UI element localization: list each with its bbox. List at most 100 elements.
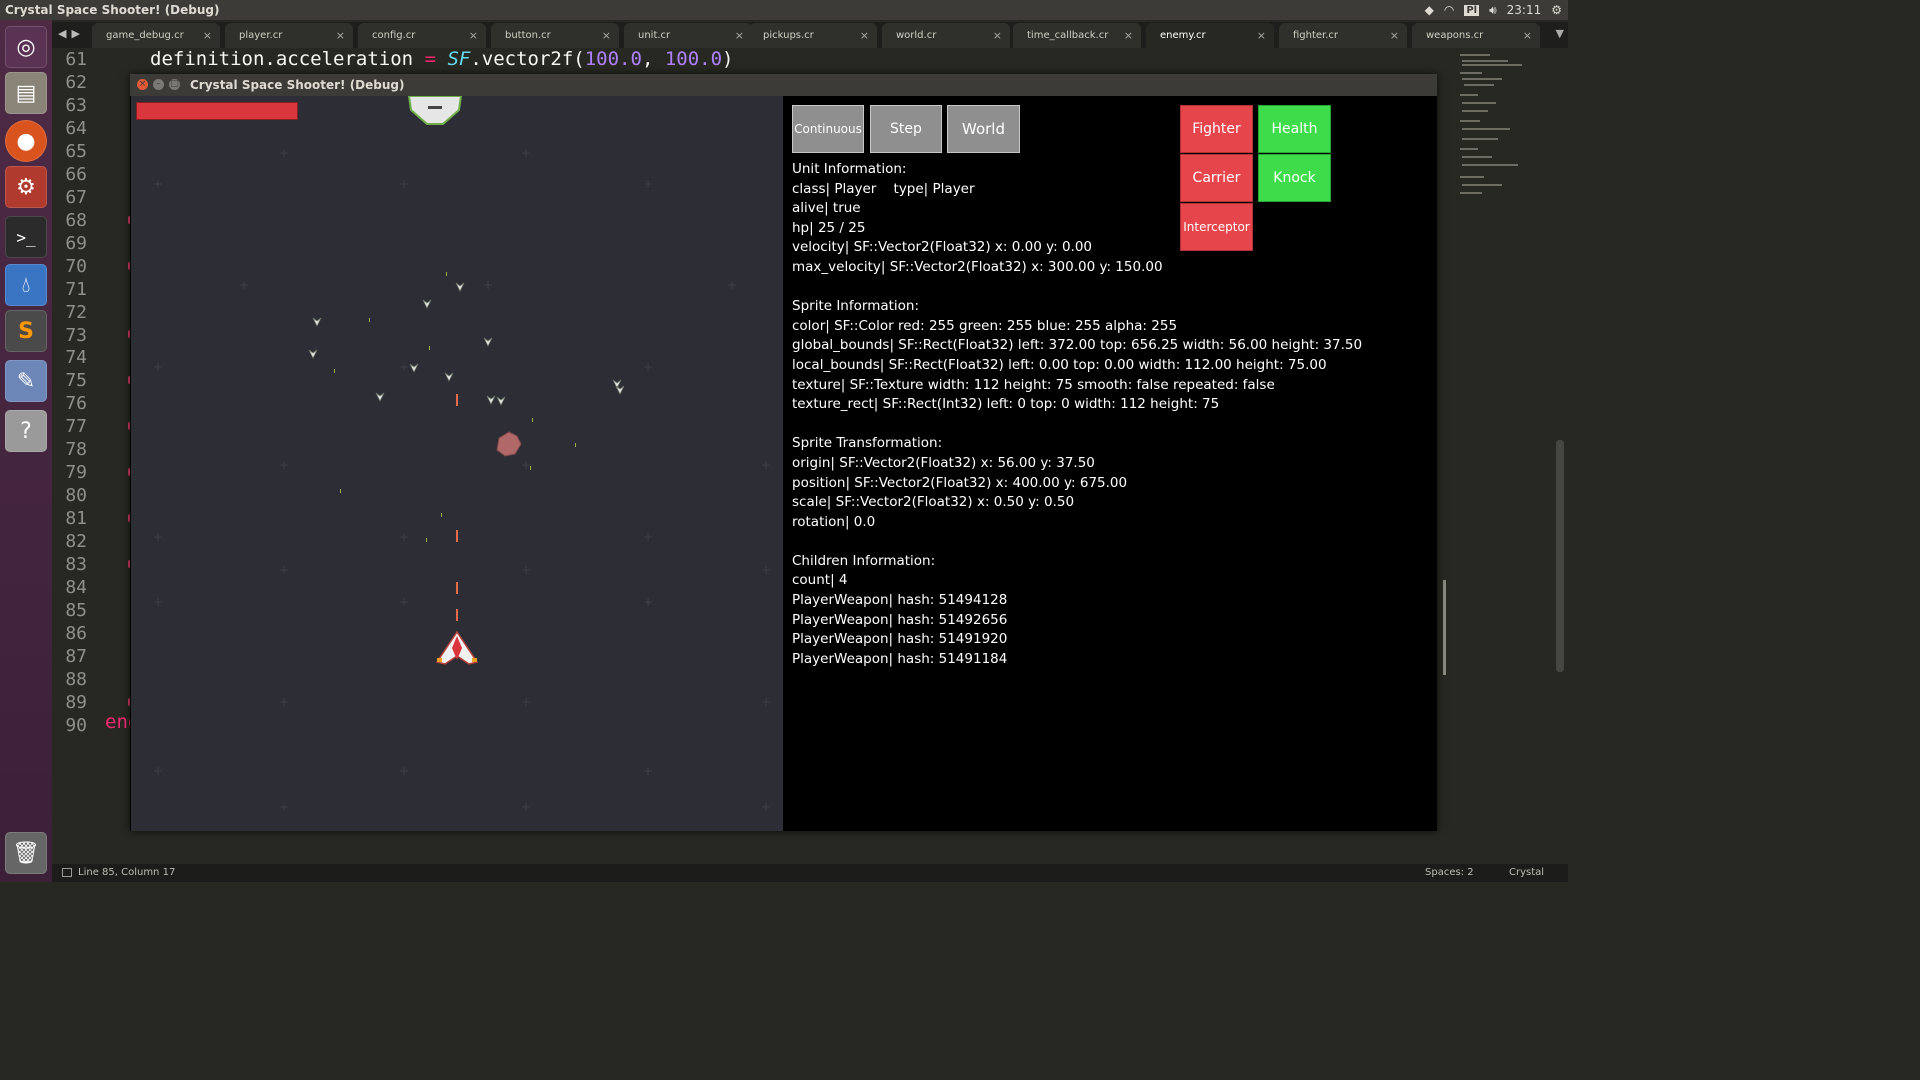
- world-button[interactable]: World: [947, 105, 1020, 153]
- close-window-icon[interactable]: ×: [137, 79, 148, 90]
- spawn-fighter-button[interactable]: Fighter: [1180, 105, 1253, 153]
- tab-label: pickups.cr: [763, 30, 814, 41]
- tab-world[interactable]: world.cr ×: [882, 23, 1010, 48]
- line-number: 67: [65, 186, 87, 208]
- tab-close-icon[interactable]: ×: [1257, 29, 1266, 42]
- terminal-icon[interactable]: >_: [5, 216, 47, 258]
- sublime-text-icon[interactable]: S: [5, 310, 47, 352]
- panel-toggle-icon[interactable]: [62, 868, 72, 877]
- sprite-global-bounds: global_bounds| SF::Rect(Float32) left: 3…: [792, 337, 1363, 354]
- boss-enemy-ship: [407, 96, 463, 125]
- player-ship[interactable]: [435, 630, 479, 665]
- code-minimap[interactable]: [1446, 48, 1556, 218]
- wifi-icon[interactable]: ◠: [1444, 3, 1454, 17]
- children-count: count| 4: [792, 572, 848, 589]
- line-number: 86: [65, 623, 87, 644]
- tab-pickups[interactable]: pickups.cr ×: [749, 23, 877, 48]
- svg-text:+: +: [761, 563, 771, 577]
- svg-text:+: +: [521, 800, 531, 814]
- tab-list-dropdown-icon[interactable]: ▼: [1556, 27, 1564, 40]
- firefox-icon[interactable]: ●: [5, 120, 47, 162]
- active-window-title: Crystal Space Shooter! (Debug): [5, 3, 220, 17]
- tab-enemy[interactable]: enemy.cr ×: [1146, 23, 1274, 48]
- line-number: 68: [65, 209, 87, 231]
- step-button[interactable]: Step: [870, 105, 942, 153]
- tab-close-icon[interactable]: ×: [203, 29, 212, 42]
- os-top-panel: Crystal Space Shooter! (Debug) ◆ ◠ Pl 🔊︎…: [0, 0, 1568, 20]
- tab-time-callback[interactable]: time_callback.cr ×: [1013, 23, 1141, 48]
- maximize-window-icon[interactable]: □: [169, 79, 180, 90]
- tab-close-icon[interactable]: ×: [469, 29, 478, 42]
- transform-position: position| SF::Vector2(Float32) x: 400.00…: [792, 474, 1128, 491]
- files-icon[interactable]: ▤: [5, 72, 47, 114]
- tab-player[interactable]: player.cr ×: [225, 23, 353, 48]
- tab-close-icon[interactable]: ×: [735, 29, 744, 42]
- clock[interactable]: 23:11: [1507, 3, 1542, 17]
- help-icon[interactable]: ?: [5, 410, 47, 452]
- volume-icon[interactable]: 🔊︎: [1489, 3, 1497, 18]
- code-line-61[interactable]: definition.acceleration = SF.vector2f(10…: [150, 48, 733, 70]
- minimap-scroll-indicator[interactable]: [1443, 580, 1446, 675]
- line-number: 74: [65, 347, 87, 369]
- line-number: 62: [65, 71, 87, 93]
- line-number: 73: [65, 324, 87, 346]
- continuous-button[interactable]: Continuous: [792, 105, 864, 153]
- transform-scale: scale| SF::Vector2(Float32) x: 0.50 y: 0…: [792, 494, 1075, 511]
- tab-unit[interactable]: unit.cr ×: [624, 23, 752, 48]
- tab-close-icon[interactable]: ×: [1390, 29, 1399, 42]
- tab-close-icon[interactable]: ×: [602, 29, 611, 42]
- tab-scroll-arrows-icon[interactable]: ◀▶: [58, 27, 85, 40]
- tab-close-icon[interactable]: ×: [1523, 29, 1532, 42]
- syntax-selector[interactable]: Crystal: [1509, 867, 1544, 878]
- tab-close-icon[interactable]: ×: [993, 29, 1002, 42]
- line-number: 85: [65, 600, 87, 622]
- unit-hp: hp| 25 / 25: [792, 219, 866, 236]
- asteroid: [496, 431, 522, 457]
- tab-game-debug[interactable]: game_debug.cr ×: [92, 23, 220, 48]
- line-number: 81: [65, 508, 87, 530]
- settings-gear-icon[interactable]: ⚙: [1551, 3, 1562, 17]
- system-settings-icon[interactable]: ⚙: [5, 166, 47, 208]
- line-number: 71: [65, 278, 87, 300]
- svg-text:+: +: [521, 695, 531, 709]
- trash-icon[interactable]: 🗑︎: [5, 832, 47, 874]
- tab-close-icon[interactable]: ×: [860, 29, 869, 42]
- dropbox-icon[interactable]: ◆: [1425, 3, 1434, 17]
- line-number: 77: [65, 416, 87, 438]
- tab-close-icon[interactable]: ×: [1124, 29, 1133, 42]
- tab-close-icon[interactable]: ×: [336, 29, 345, 42]
- cursor-position: Line 85, Column 17: [78, 867, 176, 878]
- game-viewport[interactable]: + + + + + + + + + + + + + + + + + + + + + + + + + + + + + +…: [131, 96, 783, 831]
- line-number: 80: [65, 485, 87, 507]
- svg-text:+: +: [761, 458, 771, 472]
- line-number: 75: [65, 370, 87, 392]
- minimize-window-icon[interactable]: –: [153, 79, 164, 90]
- tab-weapons[interactable]: weapons.cr ×: [1412, 23, 1540, 48]
- vertical-scrollbar[interactable]: [1556, 440, 1564, 672]
- keyboard-layout-indicator[interactable]: Pl: [1464, 4, 1480, 16]
- debug-panel: Continuous Step World Fighter Health Car…: [783, 96, 1437, 831]
- tab-fighter[interactable]: fighter.cr ×: [1279, 23, 1407, 48]
- tab-config[interactable]: config.cr ×: [358, 23, 486, 48]
- line-number: 90: [65, 714, 87, 736]
- tab-label: weapons.cr: [1426, 30, 1484, 41]
- sprite-texture-rect: texture_rect| SF::Rect(Int32) left: 0 to…: [792, 396, 1220, 413]
- health-pickup-button[interactable]: Health: [1258, 105, 1331, 153]
- enemy-bullets: [334, 272, 576, 542]
- indentation-setting[interactable]: Spaces: 2: [1425, 867, 1474, 878]
- child-entry: PlayerWeapon| hash: 51492656: [792, 611, 1008, 628]
- line-number-gutter: 61 62 63 64 65 66 67 68 69 70 71 72 73 74 75 76 77 78 79 80…: [52, 48, 100, 864]
- system-tray: ◆ ◠ Pl 🔊︎ 23:11 ⚙: [1425, 2, 1562, 18]
- child-entry: PlayerWeapon| hash: 51491184: [792, 650, 1008, 667]
- svg-text:+: +: [153, 764, 163, 778]
- line-number: 82: [65, 531, 87, 553]
- water-drop-icon[interactable]: 💧︎: [5, 264, 47, 306]
- ubuntu-dash-icon[interactable]: ◎: [5, 26, 47, 68]
- unit-alive: alive| true: [792, 200, 861, 217]
- paint-brush-icon[interactable]: ✎: [5, 360, 47, 402]
- svg-text:+: +: [727, 278, 737, 292]
- player-health-bar: [136, 102, 298, 120]
- tab-button[interactable]: button.cr ×: [491, 23, 619, 48]
- sprite-info-heading: Sprite Information:: [792, 298, 920, 315]
- game-window-titlebar[interactable]: × – □ Crystal Space Shooter! (Debug): [130, 74, 1437, 96]
